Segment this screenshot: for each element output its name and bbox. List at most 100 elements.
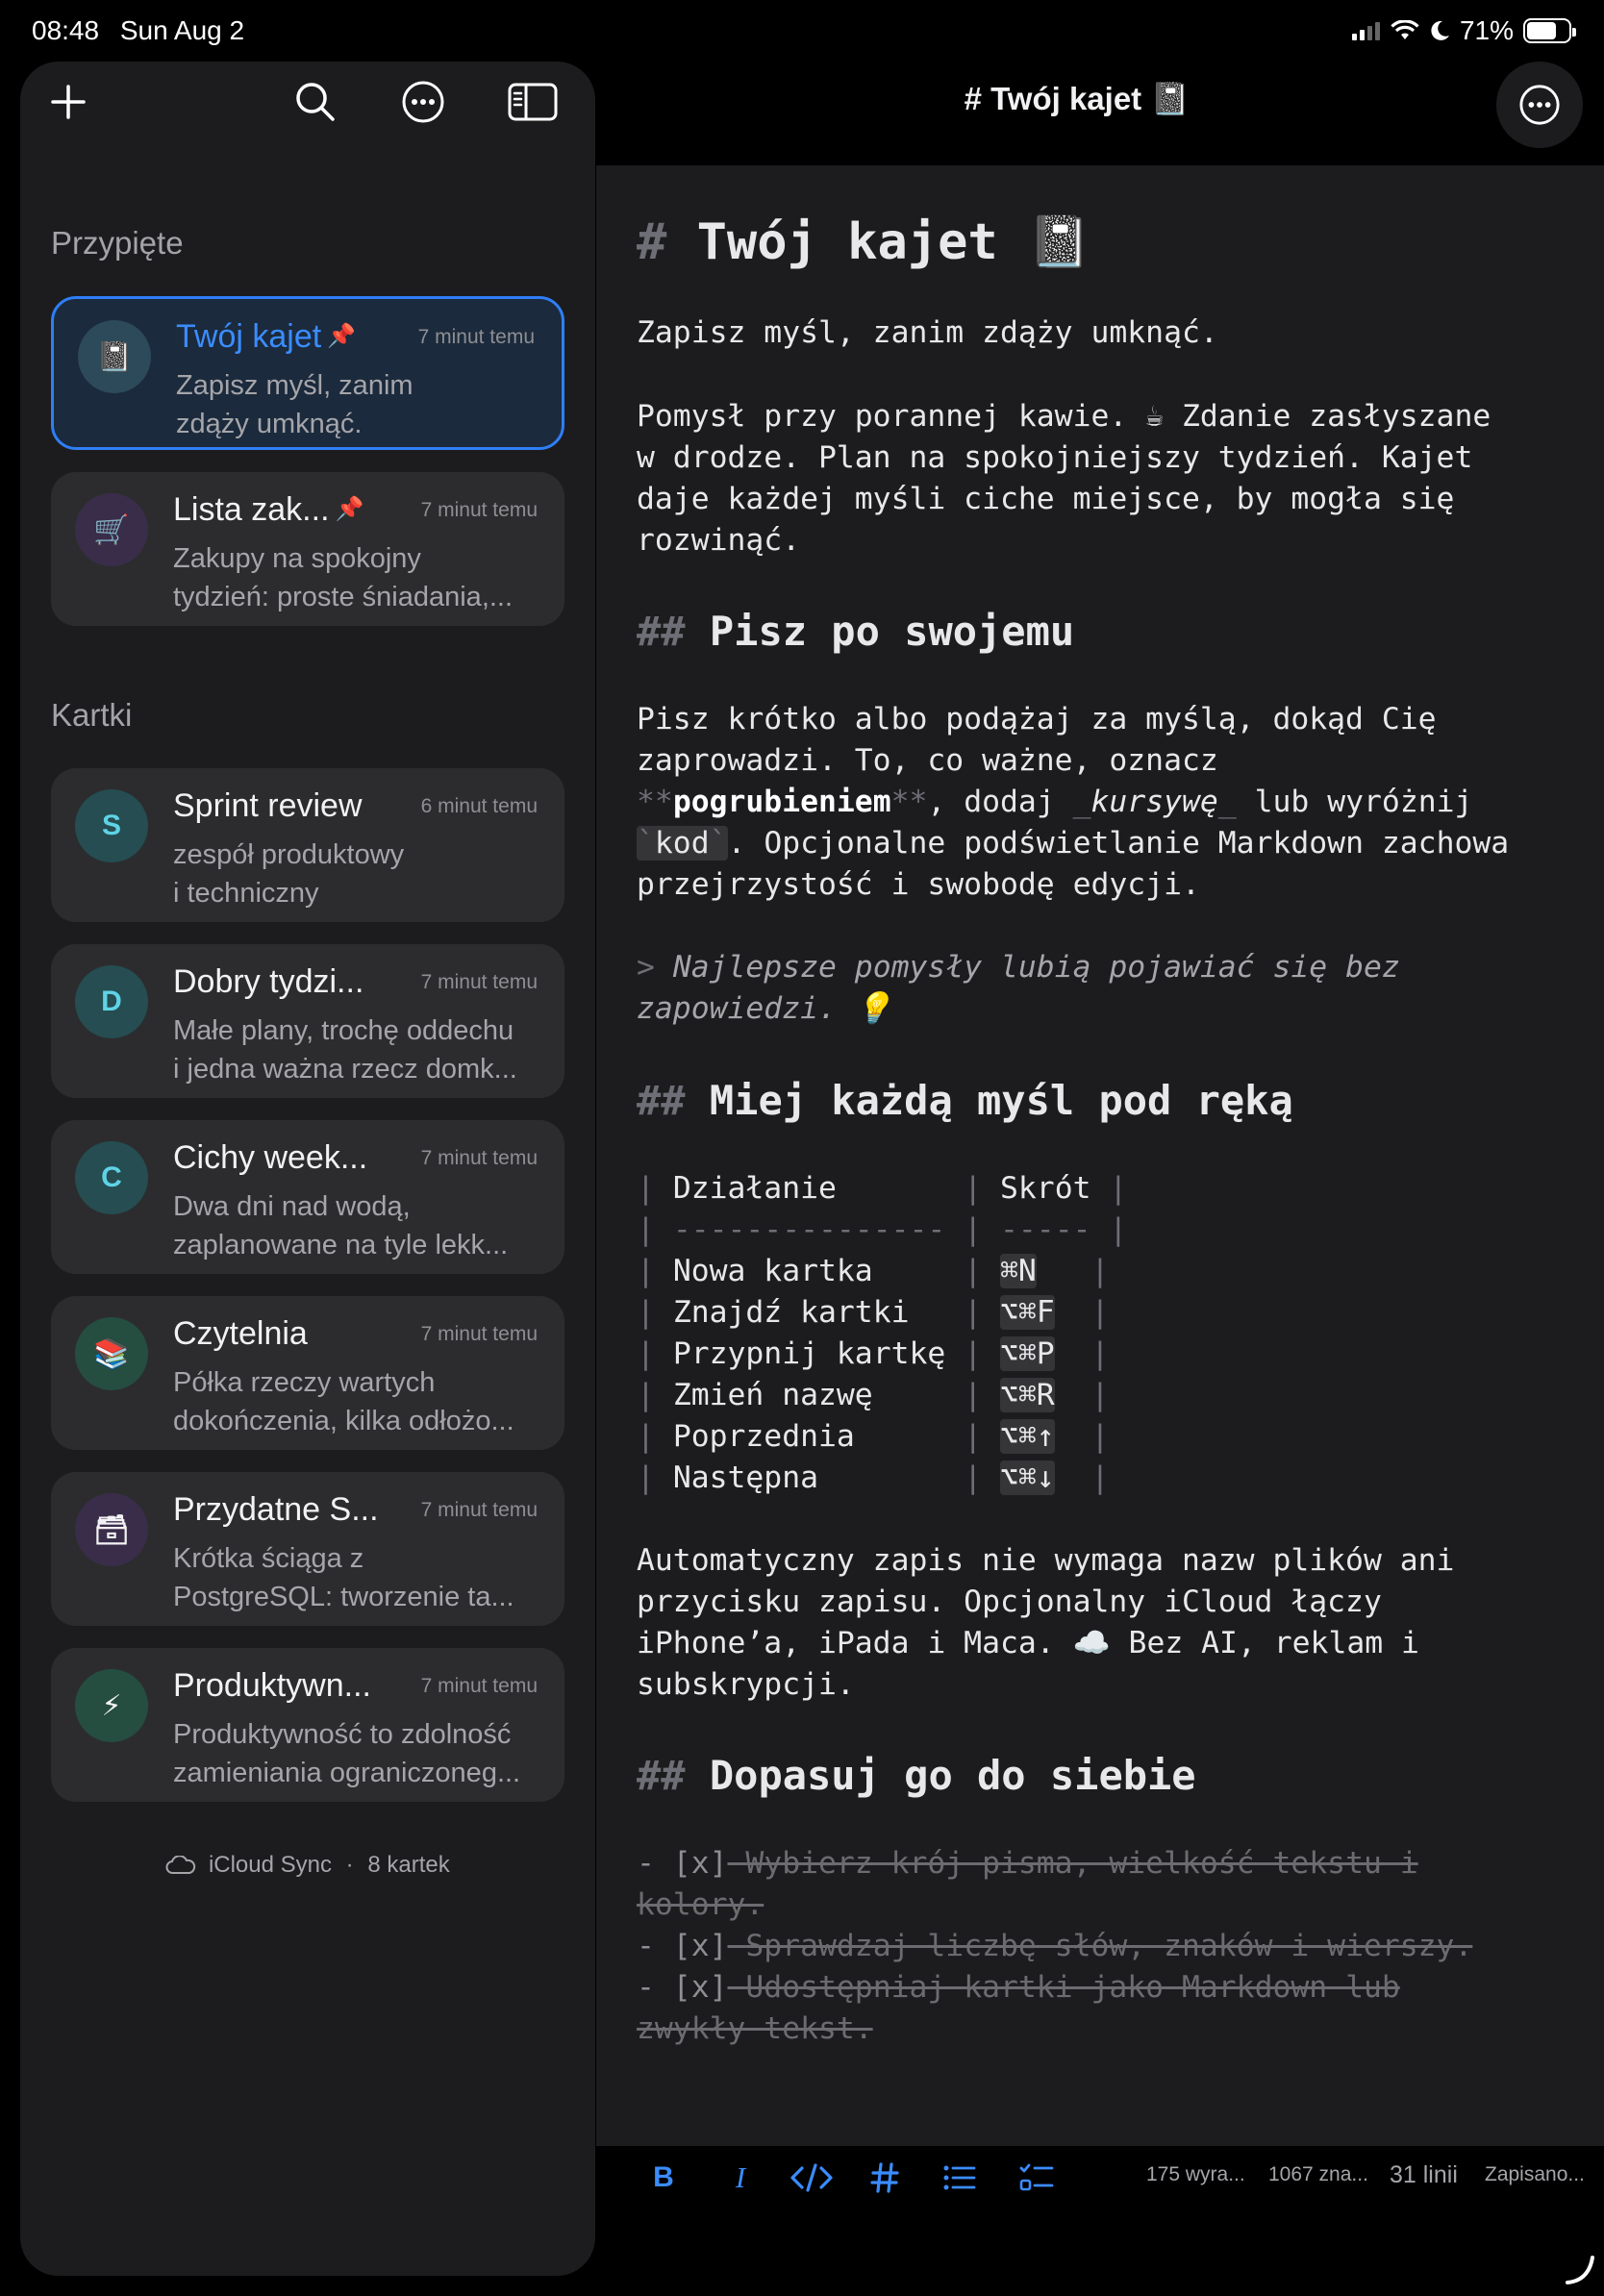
note-time: 7 minut temu bbox=[420, 1323, 538, 1345]
table-row: | Nowa kartka | ⌘N | bbox=[637, 1254, 1110, 1288]
note-card[interactable]: ⚡ Produktywn... 7 minut temu Produktywno… bbox=[51, 1648, 564, 1802]
heading-2: ## Pisz po swojemu bbox=[637, 608, 1075, 655]
paragraph: Zapisz myśl, zanim zdąży umknąć. bbox=[637, 315, 1218, 350]
note-title: Twój kajet 📌 bbox=[176, 318, 357, 355]
plus-icon bbox=[51, 85, 86, 119]
note-time: 7 minut temu bbox=[420, 1675, 538, 1697]
note-options-button[interactable] bbox=[1496, 62, 1583, 148]
note-snippet: Małe plany, trochę oddechu i jedna ważna… bbox=[173, 1015, 517, 1085]
status-time: 08:48 bbox=[32, 15, 100, 45]
bold-button[interactable]: B bbox=[642, 2154, 685, 2202]
note-snippet: Dwa dni nad wodą, zaplanowane na tyle le… bbox=[173, 1191, 509, 1260]
pin-icon: 📌 bbox=[335, 496, 364, 522]
note-snippet: Półka rzeczy wartych dokończenia, kilka … bbox=[173, 1367, 514, 1436]
footer-separator: · bbox=[345, 1852, 354, 1878]
table-separator: | --------------- | ----- | bbox=[637, 1212, 1128, 1247]
note-card[interactable]: 🗃 Przydatne S... 7 minut temu Krótka ści… bbox=[51, 1472, 564, 1626]
pinned-section-title: Przypięte bbox=[51, 225, 184, 261]
note-title: Produktywn... bbox=[173, 1667, 371, 1704]
battery-icon bbox=[1523, 18, 1576, 43]
paragraph: Pomysł przy porannej kawie. ☕ Zdanie zas… bbox=[637, 399, 1491, 434]
note-avatar: ⚡ bbox=[75, 1669, 148, 1742]
ellipsis-circle-icon bbox=[402, 81, 444, 123]
note-snippet: zespół produktowy i techniczny bbox=[173, 839, 405, 909]
more-options-button[interactable] bbox=[396, 75, 450, 129]
heading-1: # Twój kajet 📓 bbox=[637, 213, 1090, 271]
note-avatar: 📓 bbox=[78, 320, 151, 393]
sync-label: iCloud Sync bbox=[208, 1852, 332, 1878]
hash-icon bbox=[870, 2162, 899, 2193]
paragraph: przejrzystość i swobodę edycji. bbox=[637, 867, 1200, 902]
editor-title: # Twój kajet 📓 bbox=[964, 81, 1190, 116]
note-avatar: C bbox=[75, 1141, 148, 1214]
code-button[interactable] bbox=[785, 2154, 839, 2202]
save-status: Zapisano... bbox=[1485, 2163, 1585, 2185]
paragraph: przycisku zapisu. Opcjonalny iCloud łącz… bbox=[637, 1585, 1382, 1619]
task-item[interactable]: - [x] Sprawdzaj liczbę słów, znaków i wi… bbox=[637, 1926, 1472, 1967]
note-avatar: S bbox=[75, 789, 148, 862]
checklist-icon bbox=[1019, 2163, 1054, 2191]
line-count: 31 linii bbox=[1390, 2161, 1458, 2188]
note-title: Przydatne S... bbox=[173, 1491, 379, 1528]
search-button[interactable] bbox=[288, 75, 342, 129]
task-item[interactable]: - [x] Wybierz krój pisma, wielkość tekst… bbox=[637, 1843, 1418, 1884]
task-item[interactable]: - [x] Udostępniaj kartki jako Markdown l… bbox=[637, 1967, 1400, 2009]
paragraph: daje każdej myśli ciche miejsce, by mogł… bbox=[637, 482, 1455, 516]
ellipsis-circle-icon bbox=[1519, 85, 1560, 125]
paragraph: w drodze. Plan na spokojniejszy tydzień.… bbox=[637, 440, 1473, 475]
new-note-button[interactable] bbox=[41, 75, 95, 129]
sidebar-toolbar bbox=[20, 62, 595, 148]
note-time: 7 minut temu bbox=[417, 326, 535, 348]
heading-2: ## Miej każdą myśl pod ręką bbox=[637, 1077, 1293, 1124]
status-date: Sun Aug 2 bbox=[119, 15, 245, 45]
list-icon bbox=[943, 2165, 976, 2190]
note-card[interactable]: C Cichy week... 7 minut temu Dwa dni nad… bbox=[51, 1120, 564, 1274]
code-icon bbox=[790, 2163, 833, 2192]
paragraph: zaprowadzi. To, co ważne, oznacz bbox=[637, 743, 1218, 778]
note-editor[interactable]: # Twój kajet 📓 Zapisz myśl, zanim zdąży … bbox=[596, 165, 1604, 2146]
format-toolbar: B I 175 wyra... 1067 zna... 31 linii Zap… bbox=[596, 2146, 1604, 2209]
note-title: Sprint review bbox=[173, 787, 363, 824]
note-title: Lista zak... 📌 bbox=[173, 491, 364, 528]
wifi-icon bbox=[1391, 20, 1419, 39]
note-snippet: Zakupy na spokojny tydzień: proste śniad… bbox=[173, 543, 514, 612]
note-avatar: 🛒 bbox=[75, 493, 148, 566]
task-item-cont: kolory. bbox=[637, 1887, 764, 1922]
paragraph: `kod`. Opcjonalne podświetlanie Markdown… bbox=[637, 826, 1510, 861]
note-card[interactable]: 📚 Czytelnia 7 minut temu Półka rzeczy wa… bbox=[51, 1296, 564, 1450]
paragraph: subskrypcji. bbox=[637, 1667, 855, 1702]
cellular-icon bbox=[1351, 22, 1380, 40]
table-row: | Poprzednia | ⌥⌘↑ | bbox=[637, 1419, 1110, 1454]
note-title: Czytelnia bbox=[173, 1315, 308, 1352]
toggle-sidebar-button[interactable] bbox=[506, 75, 560, 129]
note-time: 6 minut temu bbox=[420, 795, 538, 817]
heading-button[interactable] bbox=[864, 2154, 906, 2202]
note-card[interactable]: D Dobry tydzi... 7 minut temu Małe plany… bbox=[51, 944, 564, 1098]
bullet-list-button[interactable] bbox=[939, 2154, 981, 2202]
note-card[interactable]: S Sprint review 6 minut temu zespół prod… bbox=[51, 768, 564, 922]
char-count: 1067 zna... bbox=[1268, 2163, 1368, 2185]
note-title: Dobry tydzi... bbox=[173, 963, 364, 1000]
blockquote: zapowiedzi. 💡 bbox=[637, 991, 892, 1026]
note-snippet: Krótka ściąga z PostgreSQL: tworzenie ta… bbox=[173, 1543, 514, 1612]
note-time: 7 minut temu bbox=[420, 971, 538, 993]
table-header: | Działanie | Skrót | bbox=[637, 1171, 1128, 1206]
resize-handle-icon[interactable] bbox=[1562, 2252, 1596, 2286]
paragraph: Pisz krótko albo podążaj za myślą, dokąd… bbox=[637, 702, 1437, 736]
italic-button[interactable]: I bbox=[719, 2154, 762, 2202]
checklist-button[interactable] bbox=[1015, 2154, 1058, 2202]
table-row: | Zmień nazwę | ⌥⌘R | bbox=[637, 1378, 1110, 1412]
note-card-pinned[interactable]: 🛒 Lista zak... 📌 7 minut temu Zakupy na s… bbox=[51, 472, 564, 626]
note-avatar: D bbox=[75, 965, 148, 1038]
note-count: 8 kartek bbox=[367, 1852, 450, 1878]
editor-header: # Twój kajet 📓 bbox=[596, 62, 1604, 165]
word-count: 175 wyra... bbox=[1146, 2163, 1245, 2185]
battery-percent: 71% bbox=[1459, 15, 1514, 45]
sidebar-footer: iCloud Sync · 8 kartek bbox=[20, 1852, 595, 1879]
table-row: | Następna | ⌥⌘↓ | bbox=[637, 1460, 1110, 1495]
paragraph: **pogrubieniem**, dodaj _kursywę_ lub wy… bbox=[637, 785, 1473, 819]
note-snippet: Produktywność to zdolność zamieniania og… bbox=[173, 1719, 521, 1788]
note-card-pinned[interactable]: 📓 Twój kajet 📌 7 minut temu Zapisz myśl, … bbox=[51, 296, 564, 450]
note-time: 7 minut temu bbox=[420, 1147, 538, 1169]
pin-icon: 📌 bbox=[327, 323, 357, 349]
